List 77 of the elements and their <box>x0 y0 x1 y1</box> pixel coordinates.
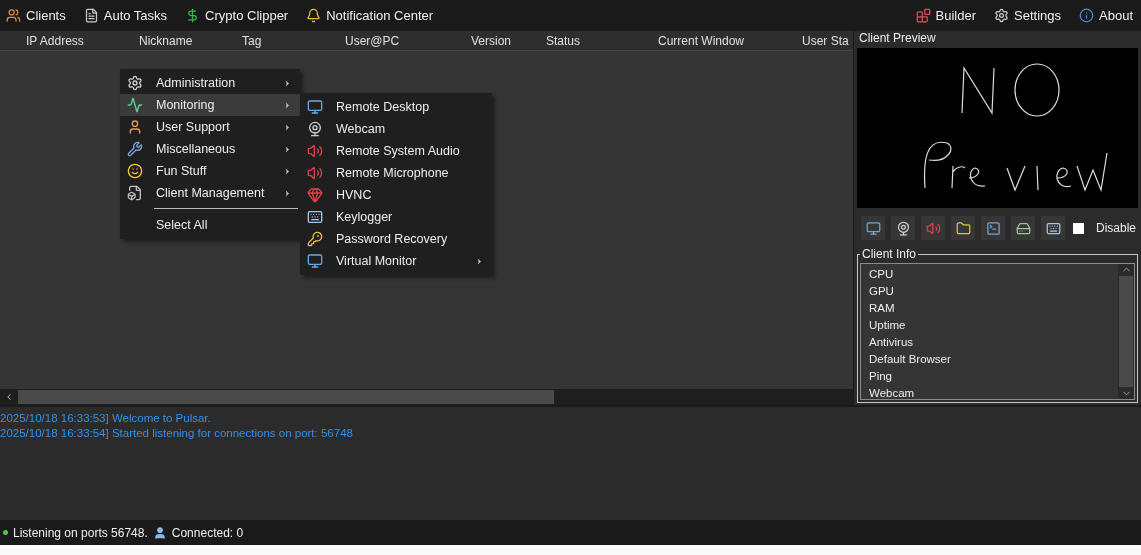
submenu-arrow-icon <box>283 188 292 198</box>
horizontal-scrollbar[interactable] <box>0 389 853 405</box>
users-icon <box>6 8 21 23</box>
column-header[interactable]: IP Address <box>26 33 139 48</box>
menu-button[interactable]: About <box>1077 6 1135 25</box>
list-item[interactable]: Webcam <box>869 385 1110 402</box>
menu-item[interactable]: User Support <box>120 116 300 138</box>
status-text: Listening on ports 56748. <box>13 525 148 540</box>
menu-item[interactable]: Client Management <box>120 182 300 204</box>
panel-title: Client Preview <box>858 31 937 47</box>
column-header[interactable]: User Sta <box>802 33 853 48</box>
group-title: Client Info <box>861 247 918 261</box>
log-line: 2025/10/18 16:33:54] Started listening for connections on port: 56748 <box>0 426 354 441</box>
column-header[interactable]: User@PC <box>345 33 471 48</box>
menu-button[interactable]: Notification Center <box>304 6 436 25</box>
gear-icon <box>127 75 143 91</box>
column-header[interactable]: Version <box>471 33 546 48</box>
wrench-icon <box>127 141 143 157</box>
list-item[interactable]: GPU <box>869 283 1110 300</box>
list-item[interactable]: Antivirus <box>869 334 1110 351</box>
menu-item[interactable]: Virtual Monitor <box>300 250 492 272</box>
settings-icon <box>994 8 1010 23</box>
list-item[interactable]: CPU <box>869 266 1110 283</box>
submenu-arrow-icon <box>283 166 292 176</box>
submenu-arrow-icon <box>283 100 292 110</box>
menu-button[interactable]: Clients <box>4 6 68 25</box>
key-icon <box>307 231 323 247</box>
smiley-icon <box>127 163 143 179</box>
bell-icon <box>306 8 322 23</box>
info-icon <box>1079 8 1094 23</box>
menu-item[interactable]: Select All <box>120 214 300 236</box>
checkbox-label[interactable]: Disable <box>1096 221 1137 235</box>
document-icon <box>83 8 99 23</box>
monitor-icon <box>307 253 323 269</box>
menu-item[interactable]: Remote System Audio <box>300 140 492 162</box>
list-item[interactable]: Default Browser <box>869 351 1110 368</box>
menu-item[interactable]: Remote Microphone <box>300 162 492 184</box>
log-line: 2025/10/18 16:33:53] Welcome to Pulsar. <box>0 411 212 426</box>
column-header[interactable]: Current Window <box>658 33 802 48</box>
monitor-icon <box>307 99 323 115</box>
gem-icon <box>307 187 323 203</box>
menu-item[interactable]: Monitoring <box>120 94 300 116</box>
menu-item[interactable]: Administration <box>120 72 300 94</box>
column-header[interactable]: Tag <box>242 33 345 48</box>
list-item[interactable]: Ping <box>869 368 1110 385</box>
checkbox[interactable] <box>1073 222 1084 234</box>
menu-item[interactable]: Remote Desktop <box>300 96 492 118</box>
list-item[interactable]: Uptime <box>869 317 1110 334</box>
vertical-scrollbar[interactable] <box>1118 264 1134 399</box>
status-text: Connected: 0 <box>171 525 244 540</box>
status-dot-icon <box>3 530 8 535</box>
user-icon <box>127 119 143 135</box>
speaker-icon <box>307 165 323 181</box>
list-item[interactable]: RAM <box>869 300 1110 317</box>
menu-item[interactable]: Password Recovery <box>300 228 492 250</box>
column-header[interactable]: Nickname <box>139 33 242 48</box>
menu-item[interactable]: Webcam <box>300 118 492 140</box>
activity-icon <box>127 97 143 113</box>
submenu-arrow-icon <box>283 78 292 88</box>
menu-button[interactable]: Crypto Clipper <box>183 6 291 25</box>
menu-button[interactable]: Settings <box>992 6 1063 25</box>
blocks-icon <box>915 8 931 23</box>
webcam-icon <box>307 121 323 137</box>
user-icon <box>152 525 167 540</box>
submenu-arrow-icon <box>283 144 292 154</box>
scroll-left-icon[interactable] <box>4 392 14 402</box>
menu-button[interactable]: Auto Tasks <box>81 6 170 25</box>
keyboard-icon <box>307 209 323 225</box>
menu-item[interactable]: HVNC <box>300 184 492 206</box>
column-header[interactable]: Status <box>546 33 658 48</box>
submenu-arrow-icon <box>475 256 484 266</box>
menu-button[interactable]: Builder <box>913 6 979 25</box>
menu-item[interactable]: Keylogger <box>300 206 492 228</box>
speaker-icon <box>307 143 323 159</box>
menu-item[interactable]: Fun Stuff <box>120 160 300 182</box>
menu-item[interactable]: Miscellaneous <box>120 138 300 160</box>
submenu-arrow-icon <box>283 122 292 132</box>
